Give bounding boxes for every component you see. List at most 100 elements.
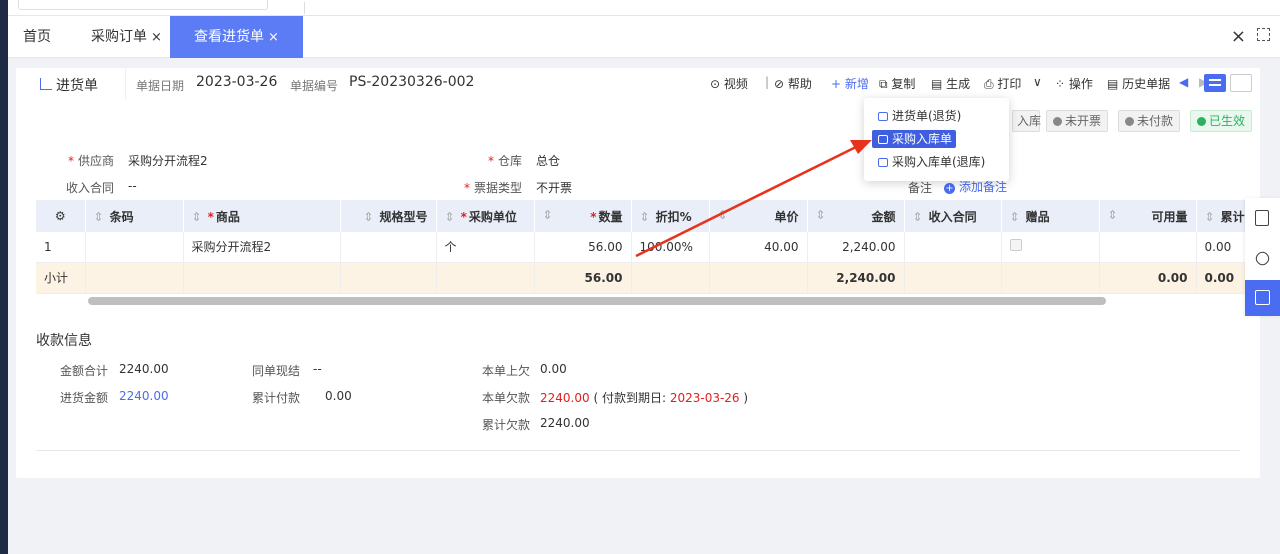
col-contract[interactable]: ⇕ 收入合同 xyxy=(904,200,1002,232)
sort-icon: ⇕ xyxy=(1009,209,1020,224)
col-amount[interactable]: ⇕ 金额 xyxy=(807,200,905,232)
invoice-type-value: 不开票 xyxy=(536,181,573,195)
expand-icon xyxy=(1255,290,1270,305)
cell-product[interactable]: 采购分开流程2 xyxy=(183,232,341,263)
menu-item-label: 进货单(退货) xyxy=(892,109,962,123)
sort-icon: ⇕ xyxy=(363,209,374,224)
menu-item-purchase-return[interactable]: 进货单(退货) xyxy=(872,107,965,125)
sort-icon: ⇕ xyxy=(444,209,455,224)
status-stock-in: 入库 xyxy=(1012,110,1041,132)
cum-payment-value: 0.00 xyxy=(325,389,352,403)
col-product[interactable]: ⇕ * 商品 xyxy=(183,200,341,232)
column-settings-icon[interactable]: ⚙ xyxy=(36,200,86,232)
status-text: 未付款 xyxy=(1137,114,1174,128)
empty-cell xyxy=(183,262,341,294)
help-button[interactable]: ⊘ 帮助 xyxy=(774,75,812,92)
prev-icon[interactable]: ◀ xyxy=(1179,75,1188,89)
menu-item-stock-in-return[interactable]: 采购入库单(退库) xyxy=(872,153,989,171)
copy-button[interactable]: ⧉ 复制 xyxy=(879,75,915,92)
row-index: 1 xyxy=(36,232,86,263)
sort-icon: ⇕ xyxy=(1107,207,1118,222)
same-bill-value: -- xyxy=(313,362,322,376)
chart-icon xyxy=(40,78,52,90)
col-label: 采购单位 xyxy=(468,209,517,224)
cell-discount[interactable]: 100.00% xyxy=(631,232,710,263)
cell-available xyxy=(1099,232,1197,263)
tab-label: 查看进货单 xyxy=(194,29,264,45)
col-qty[interactable]: ⇕ * 数量 xyxy=(534,200,632,232)
payment-section-title: 收款信息 xyxy=(36,333,92,349)
tab-view-purchase-receipt[interactable]: 查看进货单 × xyxy=(170,16,303,58)
copy-icon xyxy=(878,135,888,144)
gift-checkbox[interactable] xyxy=(1009,239,1022,252)
detail-view-icon[interactable] xyxy=(1230,74,1252,92)
horizontal-scrollbar[interactable] xyxy=(88,297,1236,305)
cell-qty[interactable]: 56.00 xyxy=(534,232,632,263)
total-value: 2240.00 xyxy=(119,362,169,376)
purchase-amount-value[interactable]: 2240.00 xyxy=(119,389,169,403)
notes-button[interactable] xyxy=(1245,200,1280,236)
cell-barcode[interactable] xyxy=(85,232,184,263)
warehouse-label: * 仓库 xyxy=(488,152,522,169)
gear-icon: ⚙ xyxy=(54,209,66,223)
total-label: 金额合计 xyxy=(60,364,109,378)
col-available[interactable]: ⇕ 可用量 xyxy=(1099,200,1197,232)
empty-cell xyxy=(709,262,808,294)
warehouse-value: 总仓 xyxy=(536,154,561,168)
top-search-input[interactable] xyxy=(18,0,268,10)
status-effective: 已生效 xyxy=(1190,110,1253,132)
tab-home-label: 首页 xyxy=(23,29,51,45)
tab-purchase-order[interactable]: 采购订单 × xyxy=(91,16,162,58)
scrollbar-thumb[interactable] xyxy=(88,297,1106,305)
close-tabs-icon[interactable]: × xyxy=(1231,26,1246,47)
owe-label: 本单欠款 xyxy=(482,391,531,405)
supplier-label: * 供应商 xyxy=(68,152,114,169)
menu-item-purchase-stock-in[interactable]: 采购入库单 xyxy=(872,130,957,148)
cell-amount[interactable]: 2,240.00 xyxy=(807,232,905,263)
video-button[interactable]: ⊙ 视频 xyxy=(710,75,748,92)
col-gift[interactable]: ⇕ 赠品 xyxy=(1001,200,1100,232)
sort-icon: ⇕ xyxy=(717,207,728,222)
tab-close-icon[interactable]: × xyxy=(268,30,279,45)
sort-icon: ⇕ xyxy=(815,207,826,222)
tab-home[interactable]: 首页 xyxy=(23,16,51,58)
list-view-icon[interactable] xyxy=(1204,74,1226,92)
divider xyxy=(36,450,1240,451)
cell-gift[interactable] xyxy=(1001,232,1100,263)
col-discount[interactable]: ⇕ 折扣% xyxy=(631,200,710,232)
col-barcode[interactable]: ⇕ 条码 xyxy=(85,200,184,232)
operate-button[interactable]: ⁘ 操作 xyxy=(1055,75,1093,92)
history-button[interactable]: ▤ 历史单据 xyxy=(1107,75,1170,92)
attachment-button[interactable] xyxy=(1245,240,1280,276)
doc-type-tab[interactable]: 进货单 xyxy=(16,68,126,100)
sort-icon: ⇕ xyxy=(542,207,553,222)
fullscreen-icon[interactable] xyxy=(1257,28,1270,41)
label-text: 票据类型 xyxy=(474,181,523,195)
subtotal-available: 0.00 xyxy=(1099,262,1197,294)
required-mark: * xyxy=(207,209,214,224)
tab-close-icon[interactable]: × xyxy=(151,30,162,45)
copy-icon xyxy=(878,158,888,167)
sort-icon: ⇕ xyxy=(639,209,650,224)
print-button[interactable]: ⎙ 打印 xyxy=(984,75,1021,92)
col-unit[interactable]: ⇕ * 采购单位 xyxy=(436,200,535,232)
empty-cell xyxy=(631,262,710,294)
col-spec[interactable]: ⇕ 规格型号 xyxy=(340,200,437,232)
table-row[interactable]: 1 采购分开流程2 个 56.00 100.00% 40.00 2,240.00… xyxy=(36,232,1254,263)
cell-spec[interactable] xyxy=(340,232,437,263)
generate-button[interactable]: ▤ 生成 xyxy=(931,75,970,92)
due-close: ) xyxy=(743,391,749,405)
col-price[interactable]: ⇕ 单价 xyxy=(709,200,808,232)
cell-unit[interactable]: 个 xyxy=(436,232,535,263)
menu-item-label: 采购入库单 xyxy=(892,132,953,146)
check-icon xyxy=(1197,117,1206,126)
add-button[interactable]: + 新增 xyxy=(831,75,869,92)
col-label: 赠品 xyxy=(1025,209,1050,224)
expand-button[interactable] xyxy=(1245,280,1280,316)
cell-price[interactable]: 40.00 xyxy=(709,232,808,263)
header-divider xyxy=(304,2,305,14)
cell-contract[interactable] xyxy=(904,232,1002,263)
col-label: 条码 xyxy=(109,209,134,224)
chevron-down-icon[interactable]: ∨ xyxy=(1033,75,1042,89)
subtotal-qty: 56.00 xyxy=(534,262,632,294)
